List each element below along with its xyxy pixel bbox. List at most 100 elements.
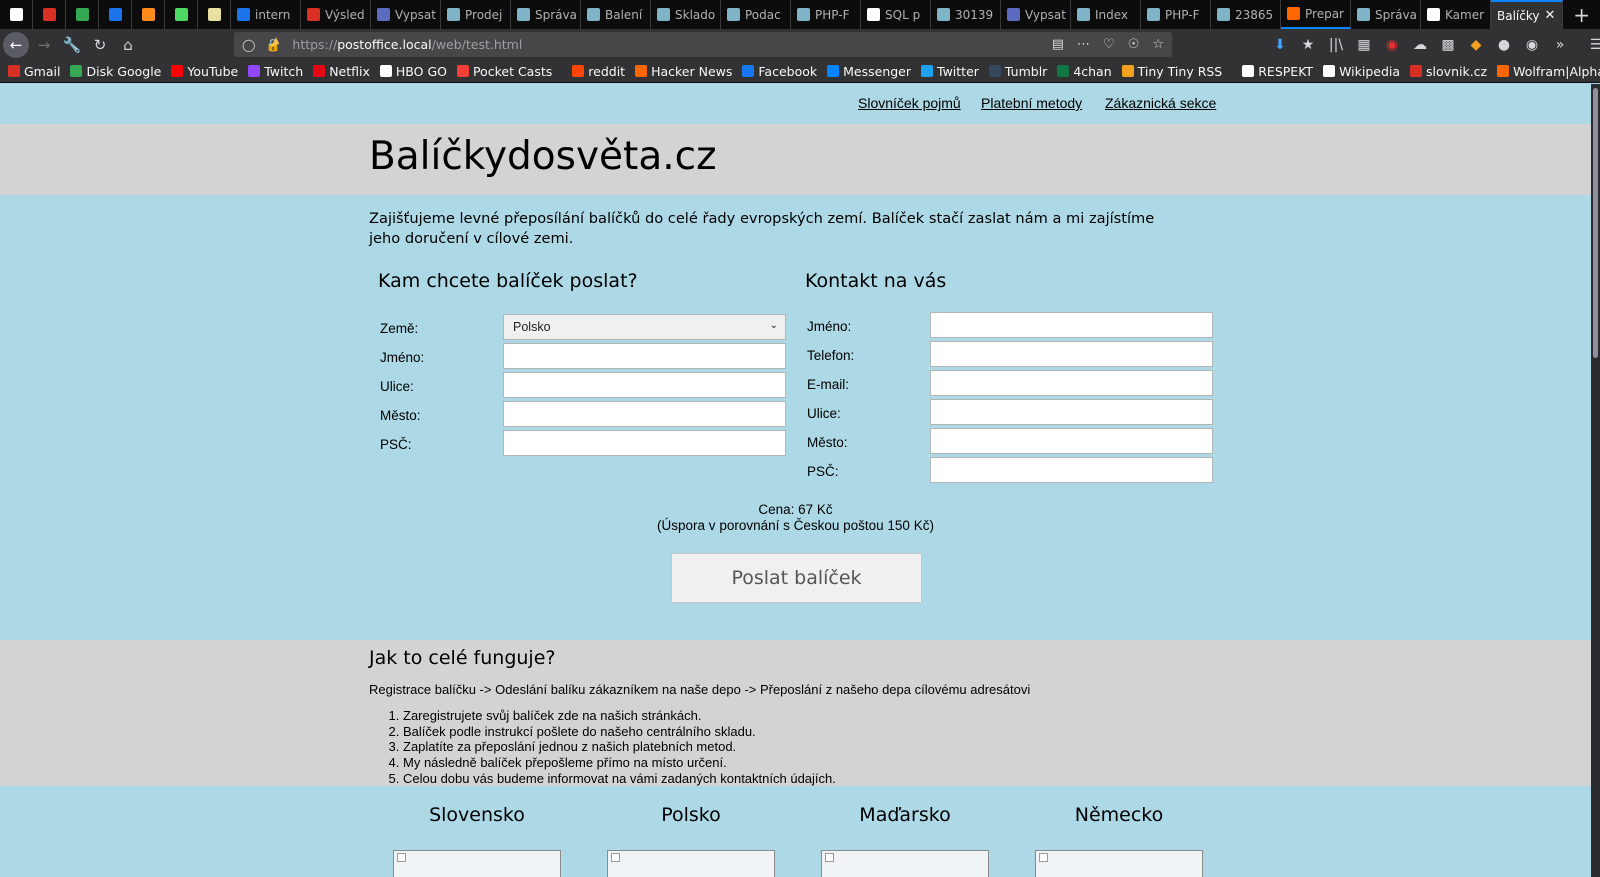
tab[interactable]: 30139	[931, 0, 1001, 29]
contact-city-input[interactable]	[930, 428, 1213, 454]
tab[interactable]: Sklado	[651, 0, 721, 29]
tab[interactable]: Vypsat	[371, 0, 441, 29]
form-row-city: Město:	[378, 401, 786, 430]
tab[interactable]: Prepar	[1281, 0, 1351, 29]
tab[interactable]: PHP-F	[791, 0, 861, 29]
scrollbar-thumb[interactable]	[1593, 88, 1598, 358]
recipient-zip-input[interactable]	[503, 430, 786, 456]
back-button[interactable]: ←	[3, 31, 29, 58]
recipient-street-input[interactable]	[503, 372, 786, 398]
lock-warning-icon[interactable]: 🔒 ▲	[265, 36, 280, 52]
bookmark-item[interactable]: Tiny Tiny RSS	[1121, 64, 1222, 79]
bookmark-item[interactable]: reddit	[572, 64, 625, 79]
bookmark-item[interactable]: Gmail	[8, 64, 60, 79]
tab-active[interactable]: Balíčky ✕	[1491, 0, 1563, 29]
contact-zip-input[interactable]	[930, 457, 1213, 483]
tab[interactable]: Index	[1071, 0, 1141, 29]
overflow-chevron-icon[interactable]: »	[1552, 37, 1568, 53]
download-icon[interactable]: ⬇	[1272, 37, 1288, 53]
tab[interactable]	[66, 0, 99, 29]
country-image	[821, 850, 989, 877]
bookmark-item[interactable]: Hacker News	[635, 64, 732, 79]
tab[interactable]: Prodej	[441, 0, 511, 29]
tab[interactable]: Balení	[581, 0, 651, 29]
library-icon[interactable]: ||\	[1328, 37, 1344, 53]
tab[interactable]: Vypsat	[1001, 0, 1071, 29]
bookmark-item[interactable]: Pocket Casts	[456, 64, 552, 79]
tab[interactable]	[33, 0, 66, 29]
bookmark-item[interactable]: YouTube	[171, 64, 238, 79]
ublock-icon[interactable]: ◉	[1384, 37, 1400, 53]
close-tab-icon[interactable]: ✕	[1544, 8, 1557, 23]
tab-favicon-icon	[9, 8, 23, 21]
send-package-button[interactable]: Poslat balíček	[671, 553, 922, 603]
bookmark-item[interactable]: Wolfram|Alpha	[1497, 64, 1600, 79]
privacy-extension-icon[interactable]: ◉	[1524, 37, 1540, 53]
tab[interactable]	[132, 0, 165, 29]
contact-street-input[interactable]	[930, 399, 1213, 425]
tab[interactable]: Správa	[511, 0, 581, 29]
page-scrollbar[interactable]	[1591, 84, 1600, 877]
contact-name-input[interactable]	[930, 312, 1213, 338]
shield-icon[interactable]: ◯	[242, 38, 255, 52]
page-actions-icon[interactable]: ⋯	[1077, 37, 1090, 52]
email-input[interactable]	[930, 370, 1213, 396]
phone-label: Telefon:	[807, 348, 855, 363]
url-text[interactable]: https://postoffice.local/web/test.html	[292, 37, 522, 52]
bookmark-item[interactable]: Messenger	[827, 64, 911, 79]
tab[interactable]: Kamer	[1421, 0, 1491, 29]
pocket-icon[interactable]: ♡	[1103, 37, 1115, 52]
tab-favicon-icon	[727, 8, 740, 21]
qr-extension-icon[interactable]: ▩	[1440, 37, 1456, 53]
lightbulb-icon[interactable]: ☉	[1128, 37, 1140, 52]
nav-link-payment-methods[interactable]: Platební metody	[981, 95, 1082, 111]
bookmark-item[interactable]: 4chan	[1057, 64, 1112, 79]
bookmark-item[interactable]: Twitch	[248, 64, 303, 79]
tab-favicon-icon	[75, 8, 89, 21]
bookmark-item[interactable]: Netflix	[313, 64, 370, 79]
hamburger-menu-icon[interactable]: ☰	[1588, 37, 1600, 53]
bookmark-item[interactable]: Twitter	[921, 64, 979, 79]
grid-extension-icon[interactable]: ▦	[1356, 37, 1372, 53]
phone-input[interactable]	[930, 341, 1213, 367]
tab[interactable]: Podac	[721, 0, 791, 29]
nav-link-customer-section[interactable]: Zákaznická sekce	[1105, 95, 1216, 111]
bookmark-star-icon[interactable]: ☆	[1152, 37, 1164, 52]
bookmark-item[interactable]: slovnik.cz	[1410, 64, 1487, 79]
tab[interactable]: Správa	[1351, 0, 1421, 29]
recipient-name-input[interactable]	[503, 343, 786, 369]
tab[interactable]	[0, 0, 33, 29]
bookmark-item[interactable]: Facebook	[742, 64, 817, 79]
tab[interactable]	[198, 0, 231, 29]
bookmark-item[interactable]: Wikipedia	[1323, 64, 1400, 79]
home-button[interactable]: ⌂	[115, 32, 141, 58]
weather-extension-icon[interactable]: ☁	[1412, 37, 1428, 53]
tab[interactable]: intern	[231, 0, 301, 29]
nav-link-glossary[interactable]: Slovníček pojmů	[858, 95, 961, 111]
bookmark-item[interactable]: RESPEKT	[1242, 64, 1313, 79]
country-select[interactable]: Polsko ⌄	[503, 314, 786, 340]
new-tab-button[interactable]: +	[1563, 0, 1600, 29]
off-extension-icon[interactable]: ◆	[1468, 37, 1484, 53]
contact-city-label: Město:	[807, 435, 848, 450]
reader-view-icon[interactable]: ▤	[1052, 37, 1064, 52]
chevron-down-icon: ⌄	[769, 320, 778, 331]
tab[interactable]: Výsled	[301, 0, 371, 29]
tab[interactable]	[99, 0, 132, 29]
forward-button[interactable]: →	[31, 32, 57, 58]
dark-reader-icon[interactable]: ●	[1496, 37, 1512, 53]
tab[interactable]: 23865	[1211, 0, 1281, 29]
bookmark-label: Disk Google	[86, 63, 162, 79]
bookmark-item[interactable]: HBO GO	[379, 64, 447, 79]
bookmark-item[interactable]: Tumblr	[988, 64, 1047, 79]
netflix-icon	[313, 65, 326, 77]
tab[interactable]	[165, 0, 198, 29]
tab[interactable]: SQL p	[861, 0, 931, 29]
reload-button[interactable]: ↻	[87, 32, 113, 58]
wrench-icon[interactable]: 🔧	[59, 32, 85, 58]
bookmark-item[interactable]: Disk Google	[70, 64, 161, 79]
recipient-city-input[interactable]	[503, 401, 786, 427]
tab[interactable]: PHP-F	[1141, 0, 1211, 29]
url-bar[interactable]: ◯ 🔒 ▲ https://postoffice.local/web/test.h…	[234, 32, 1172, 57]
extension-icon[interactable]: ★	[1300, 37, 1316, 53]
